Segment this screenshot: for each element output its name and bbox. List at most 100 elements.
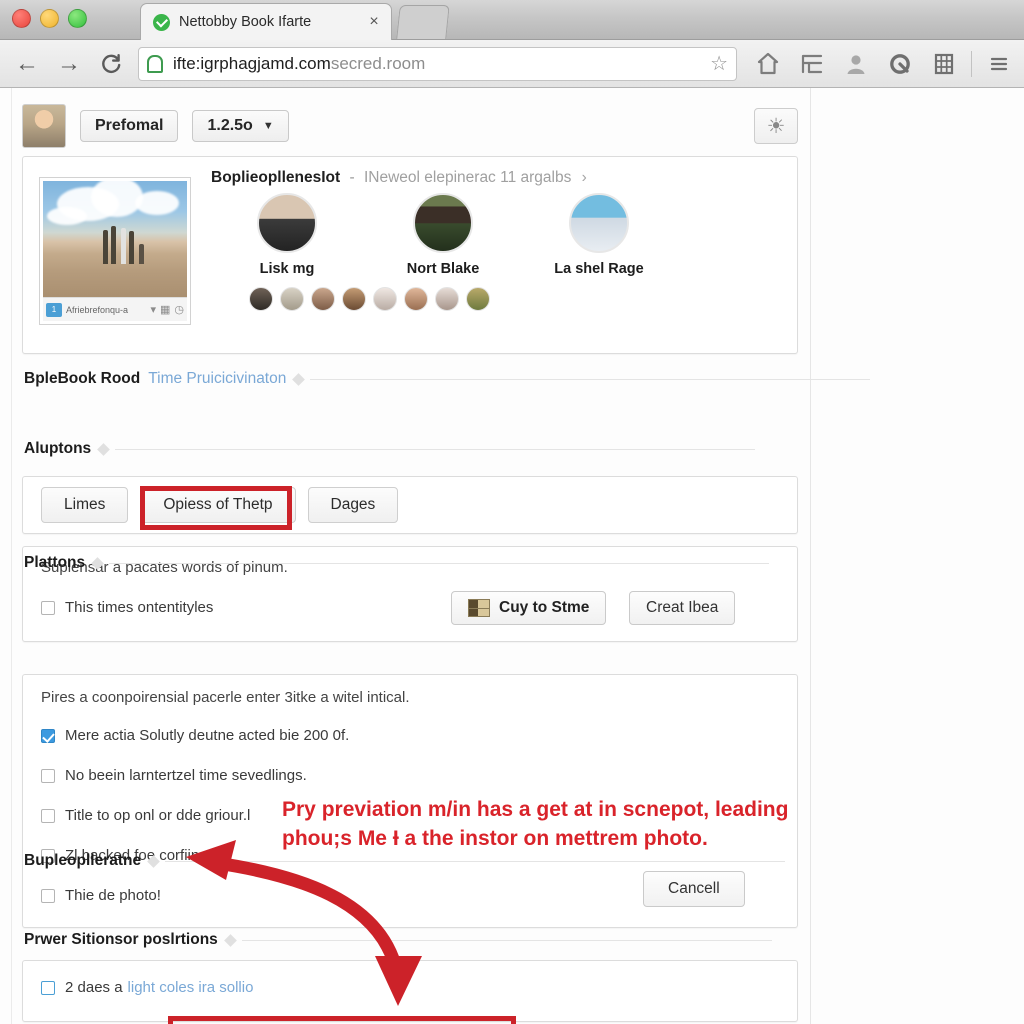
bookmark-star-icon[interactable]: ☆ — [710, 51, 728, 76]
diamond-icon — [223, 933, 237, 947]
browser-tab-strip: Nettobby Book Ifarte × — [0, 0, 1024, 40]
checkbox-prefix: 2 daes a — [65, 979, 123, 996]
person-icon[interactable] — [835, 43, 877, 85]
mini-avatar[interactable] — [311, 287, 335, 311]
button-label: Cancell — [668, 880, 720, 897]
person-avatar — [257, 193, 317, 253]
url-secondary: secred.room — [330, 53, 426, 73]
mini-avatar[interactable] — [435, 287, 459, 311]
prwer-section-header: Prwer Sitionsor poslrtions — [24, 931, 772, 949]
checkbox-icon[interactable] — [41, 888, 55, 903]
checkbox-icon[interactable] — [41, 980, 55, 995]
tab-label: Dages — [330, 496, 376, 513]
url-text: ifte:igrphagjamd.comsecred.room — [173, 54, 425, 74]
book-tabs: Limes Opiess of Thetp Dages — [41, 487, 399, 523]
person-item[interactable]: Lisk mg — [233, 193, 341, 277]
creat-ibea-button[interactable]: Creat Ibea — [629, 591, 736, 625]
close-icon[interactable]: × — [365, 13, 383, 31]
checkbox-link[interactable]: light coles ira sollio — [128, 979, 254, 996]
bupleoplleratne-card: 2 daes a light coles ira sollio — [22, 960, 798, 1022]
person-name: Lisk mg — [259, 261, 315, 277]
person-avatar — [413, 193, 473, 253]
person-avatar — [569, 193, 629, 253]
book-tabs-card: Limes Opiess of Thetp Dages — [22, 476, 798, 534]
photo-caption-bar: 1 Afriebrefonqu-a ▾ ▦ ◷ — [43, 297, 187, 321]
tab-opiess-of-thetp[interactable]: Opiess of Thetp — [140, 487, 296, 523]
plattons-checkbox-1[interactable]: Mere actia Solutly deutne acted bie 200 … — [41, 727, 349, 744]
grid-apps-icon[interactable] — [923, 43, 965, 85]
mini-avatar[interactable] — [342, 287, 366, 311]
plattons-checkbox-5[interactable]: Thie de photo! — [41, 887, 161, 904]
checkbox-icon[interactable] — [41, 728, 55, 743]
grid-icon[interactable]: ▦ — [160, 303, 170, 316]
menu-icon[interactable] — [978, 43, 1020, 85]
bupleoplleratne-checkbox[interactable]: 2 daes a light coles ira sollio — [41, 979, 253, 996]
clock-icon[interactable]: ◷ — [174, 303, 184, 316]
sun-settings-button[interactable]: ☀ — [754, 108, 798, 144]
reader-list-icon[interactable] — [791, 43, 833, 85]
checkbox-icon[interactable] — [41, 600, 55, 615]
version-dropdown[interactable]: 1.2.5o ▼ — [192, 110, 289, 142]
mini-avatar[interactable] — [373, 287, 397, 311]
maximize-window-button[interactable] — [68, 9, 87, 28]
person-item[interactable]: Nort Blake — [389, 193, 497, 277]
chevron-down-icon[interactable]: ▾ — [150, 303, 156, 316]
diamond-icon — [292, 372, 306, 386]
breadcrumb: BoplieopllenesIot - INeweol elepinerac 1… — [211, 169, 587, 187]
section-rule — [165, 860, 786, 862]
tab-label: Limes — [64, 496, 106, 513]
toolbar-icons — [747, 43, 1024, 85]
back-button[interactable]: ← — [6, 43, 48, 85]
forward-button[interactable]: → — [48, 43, 90, 85]
browser-tab[interactable]: Nettobby Book Ifarte × — [140, 3, 392, 40]
button-label: Creat Ibea — [646, 599, 719, 616]
person-item[interactable]: La shel Rage — [545, 193, 653, 277]
section-rule — [310, 378, 871, 380]
mini-avatar[interactable] — [466, 287, 490, 311]
aluptons-checkbox[interactable]: This times ontentityles — [41, 599, 213, 616]
minimize-window-button[interactable] — [40, 9, 59, 28]
aluptons-title: Aluptons — [24, 440, 92, 457]
checkbox-label: Title to op onl or dde griour.l — [65, 807, 251, 824]
people-list: Lisk mg Nort Blake La shel Rage — [233, 193, 653, 277]
mini-avatar[interactable] — [280, 287, 304, 311]
url-primary: ifte:igrphagjamd.com — [173, 53, 331, 73]
diamond-icon — [97, 442, 111, 456]
book-section-title: BpleBook Rood — [24, 370, 141, 387]
window-controls — [12, 9, 87, 28]
person-name: La shel Rage — [554, 261, 644, 277]
photo-thumbnail[interactable]: 1 Afriebrefonqu-a ▾ ▦ ◷ — [39, 177, 191, 325]
section-rule — [115, 448, 756, 450]
profile-button[interactable]: Prefomal — [80, 110, 179, 142]
new-tab-button[interactable] — [396, 5, 450, 39]
checkbox-label: Thie de photo! — [65, 887, 161, 904]
page-left-edge — [11, 88, 12, 1024]
breadcrumb-separator: - — [349, 169, 355, 186]
photo-badge: 1 — [46, 302, 62, 317]
cancel-button[interactable]: Cancell — [643, 871, 745, 907]
address-bar[interactable]: ifte:igrphagjamd.comsecred.room ☆ — [138, 46, 737, 81]
mini-avatar[interactable] — [249, 287, 273, 311]
tab-limes[interactable]: Limes — [41, 487, 129, 523]
profile-label: Prefomal — [95, 117, 164, 134]
plattons-checkbox-3[interactable]: Title to op onl or dde griour.l — [41, 807, 250, 824]
book-section-link[interactable]: Time Pruicicivinaton — [148, 370, 286, 388]
checkbox-icon[interactable] — [41, 768, 55, 783]
close-window-button[interactable] — [12, 9, 31, 28]
reload-button[interactable] — [90, 43, 132, 85]
diamond-icon — [91, 556, 105, 570]
photo-caption-text: Afriebrefonqu-a — [66, 304, 129, 315]
circle-icon[interactable] — [879, 43, 921, 85]
plattons-checkbox-2[interactable]: No beein larntertzel time sevedlings. — [41, 767, 307, 784]
breadcrumb-subtitle[interactable]: INeweol elepinerac 11 argalbs — [364, 169, 571, 186]
cuy-to-stme-button[interactable]: Cuy to Stme — [451, 591, 607, 625]
avatar[interactable] — [22, 104, 66, 148]
breadcrumb-title[interactable]: BoplieopllenesIot — [211, 169, 340, 186]
browser-window: Nettobby Book Ifarte × ← → ifte:igrphagj… — [0, 0, 1024, 1024]
tab-dages[interactable]: Dages — [307, 487, 399, 523]
user-bar: Prefomal 1.2.5o ▼ ☀ — [22, 98, 798, 154]
tab-label: Opiess of Thetp — [163, 496, 273, 513]
mini-avatar[interactable] — [404, 287, 428, 311]
bookmark-home-icon[interactable] — [747, 43, 789, 85]
checkbox-icon[interactable] — [41, 808, 55, 823]
